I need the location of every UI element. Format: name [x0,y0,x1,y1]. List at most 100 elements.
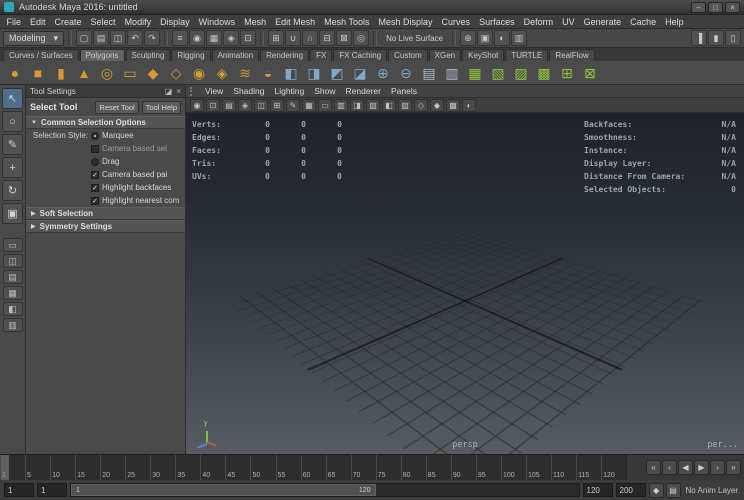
vp-lock-camera-icon[interactable]: ⊡ [206,99,220,112]
toggle-channel-box-icon[interactable]: ▯ [725,30,741,46]
viewport-menu-item[interactable]: Show [309,86,340,96]
shelf-tab[interactable]: Custom [388,49,428,61]
shelf-tab[interactable]: Rendering [260,49,309,61]
layout-four-panes-button[interactable]: ▦ [3,286,23,300]
snap-to-surface-icon[interactable]: ⊠ [336,30,352,46]
shelf-tab[interactable]: FX Caching [333,49,387,61]
select-component-icon[interactable]: ▦ [206,30,222,46]
auto-keyframe-button[interactable]: ◆ [649,483,664,498]
layout-outliner-persp-button[interactable]: ◧ [3,302,23,316]
timeline-tick[interactable]: 105 [526,455,551,480]
vp-wireframe-icon[interactable]: ◇ [414,99,428,112]
vp-grid-icon[interactable]: ▦ [302,99,316,112]
poly-torus-icon[interactable]: ◎ [97,63,117,83]
timeline-tick[interactable]: 50 [250,455,275,480]
menu-item[interactable]: Mesh Tools [320,17,374,27]
poly-pyramid-icon[interactable]: ◆ [143,63,163,83]
target-weld-icon[interactable]: ▨ [511,63,531,83]
snap-to-grid-icon[interactable]: ⊞ [268,30,284,46]
select-hierarchy-icon[interactable]: ≡ [172,30,188,46]
section-common-selection-options[interactable]: ▼ Common Selection Options [26,116,185,129]
layout-single-pane-button[interactable]: ▭ [3,238,23,252]
section-symmetry-settings[interactable]: ▶ Symmetry Settings [26,220,185,233]
snap-to-point-icon[interactable]: ∩ [302,30,318,46]
scale-tool-button[interactable]: ▣ [2,203,23,224]
close-icon[interactable]: × [176,87,181,96]
range-slider-track[interactable]: 1 120 [70,483,580,497]
render-current-frame-icon[interactable]: ▣ [477,30,493,46]
vp-2d-pan-zoom-icon[interactable]: ⊞ [270,99,284,112]
menu-item[interactable]: Create [50,17,86,27]
poly-cube-icon[interactable]: ■ [28,63,48,83]
select-object-icon[interactable]: ◉ [189,30,205,46]
shelf-tab[interactable]: Rigging [171,49,210,61]
menu-item[interactable]: Cache [626,17,661,27]
tool-help-button[interactable]: Tool Help [142,101,181,114]
drag-radio[interactable] [91,158,99,166]
timeline-tick[interactable]: 30 [150,455,175,480]
menu-item[interactable]: Select [86,17,120,27]
timeline-tick[interactable]: 120 [601,455,626,480]
timeline-tick[interactable]: 85 [426,455,451,480]
quad-draw-icon[interactable]: ▦ [465,63,485,83]
paint-select-tool-button[interactable]: ✎ [2,134,23,155]
undo-icon[interactable]: ↶ [127,30,143,46]
vp-lights-icon[interactable]: ◐ [462,99,476,112]
timeline-tick[interactable]: 10 [50,455,75,480]
new-scene-icon[interactable]: ▢ [76,30,92,46]
vp-field-chart-icon[interactable]: ▧ [366,99,380,112]
poly-soccer-ball-icon[interactable]: ◒ [258,63,278,83]
menu-item[interactable]: Edit [26,17,51,27]
play-backward-button[interactable]: ◀ [678,460,693,475]
playback-end-field[interactable]: 120 [583,483,613,497]
shelf-tab[interactable]: RealFlow [549,49,594,61]
timeline-tick[interactable]: 115 [576,455,601,480]
poly-plane-icon[interactable]: ▭ [120,63,140,83]
timeline-tick[interactable]: 95 [476,455,501,480]
poly-pipe-icon[interactable]: ◉ [189,63,209,83]
poly-platonic-icon[interactable]: ◇ [166,63,186,83]
menu-item[interactable]: Surfaces [475,17,520,27]
camera-based-paint-checkbox[interactable]: ✓ [91,171,99,179]
boolean-union-icon[interactable]: ◧ [281,63,301,83]
boolean-intersection-icon[interactable]: ◩ [327,63,347,83]
animation-preferences-button[interactable]: ▤ [666,483,681,498]
menu-item[interactable]: Mesh [240,17,271,27]
shelf-tab[interactable]: TURTLE [505,49,548,61]
menu-item[interactable]: Modify [120,17,156,27]
timeline-tick[interactable]: 55 [276,455,301,480]
vp-bookmark-icon[interactable]: ◈ [238,99,252,112]
viewport-menu-item[interactable]: View [200,86,228,96]
time-slider-track[interactable]: 1510152025303540455055606570758085909510… [0,455,626,480]
shelf-tab[interactable]: FX [310,49,332,61]
vp-film-gate-icon[interactable]: ▭ [318,99,332,112]
redo-icon[interactable]: ↷ [144,30,160,46]
playback-start-field[interactable]: 1 [37,483,67,497]
timeline-tick[interactable]: 70 [351,455,376,480]
shelf-tab[interactable]: Animation [212,49,260,61]
toggle-tool-settings-icon[interactable]: ▮ [708,30,724,46]
close-button[interactable]: × [725,2,740,13]
menu-set-dropdown[interactable]: Modeling ▾ [3,31,64,46]
timeline-tick[interactable]: 20 [100,455,125,480]
crease-icon[interactable]: ⊞ [557,63,577,83]
poly-cylinder-icon[interactable]: ▮ [51,63,71,83]
timeline-tick[interactable]: 45 [225,455,250,480]
menu-item[interactable]: Edit Mesh [271,17,320,27]
poly-prism-icon[interactable]: ◈ [212,63,232,83]
viewport-menu-item[interactable]: Shading [228,86,269,96]
layout-two-panes-side-button[interactable]: ◫ [3,254,23,268]
timeline-tick[interactable]: 35 [175,455,200,480]
shelf-tab[interactable]: XGen [429,49,461,61]
vp-camera-attributes-icon[interactable]: ▤ [222,99,236,112]
section-soft-selection[interactable]: ▶ Soft Selection [26,207,185,220]
vp-gate-mask-icon[interactable]: ◨ [350,99,364,112]
menu-item[interactable]: Deform [519,17,558,27]
snap-to-curve-icon[interactable]: ∪ [285,30,301,46]
bridge-icon[interactable]: ▩ [534,63,554,83]
menu-item[interactable]: Help [661,17,689,27]
go-to-end-button[interactable]: » [726,460,741,475]
viewport-canvas[interactable]: Verts: 0 0 0 Edges: 0 0 0 [186,113,744,454]
viewport-menu-item[interactable]: Lighting [269,86,309,96]
play-forward-button[interactable]: ▶ [694,460,709,475]
